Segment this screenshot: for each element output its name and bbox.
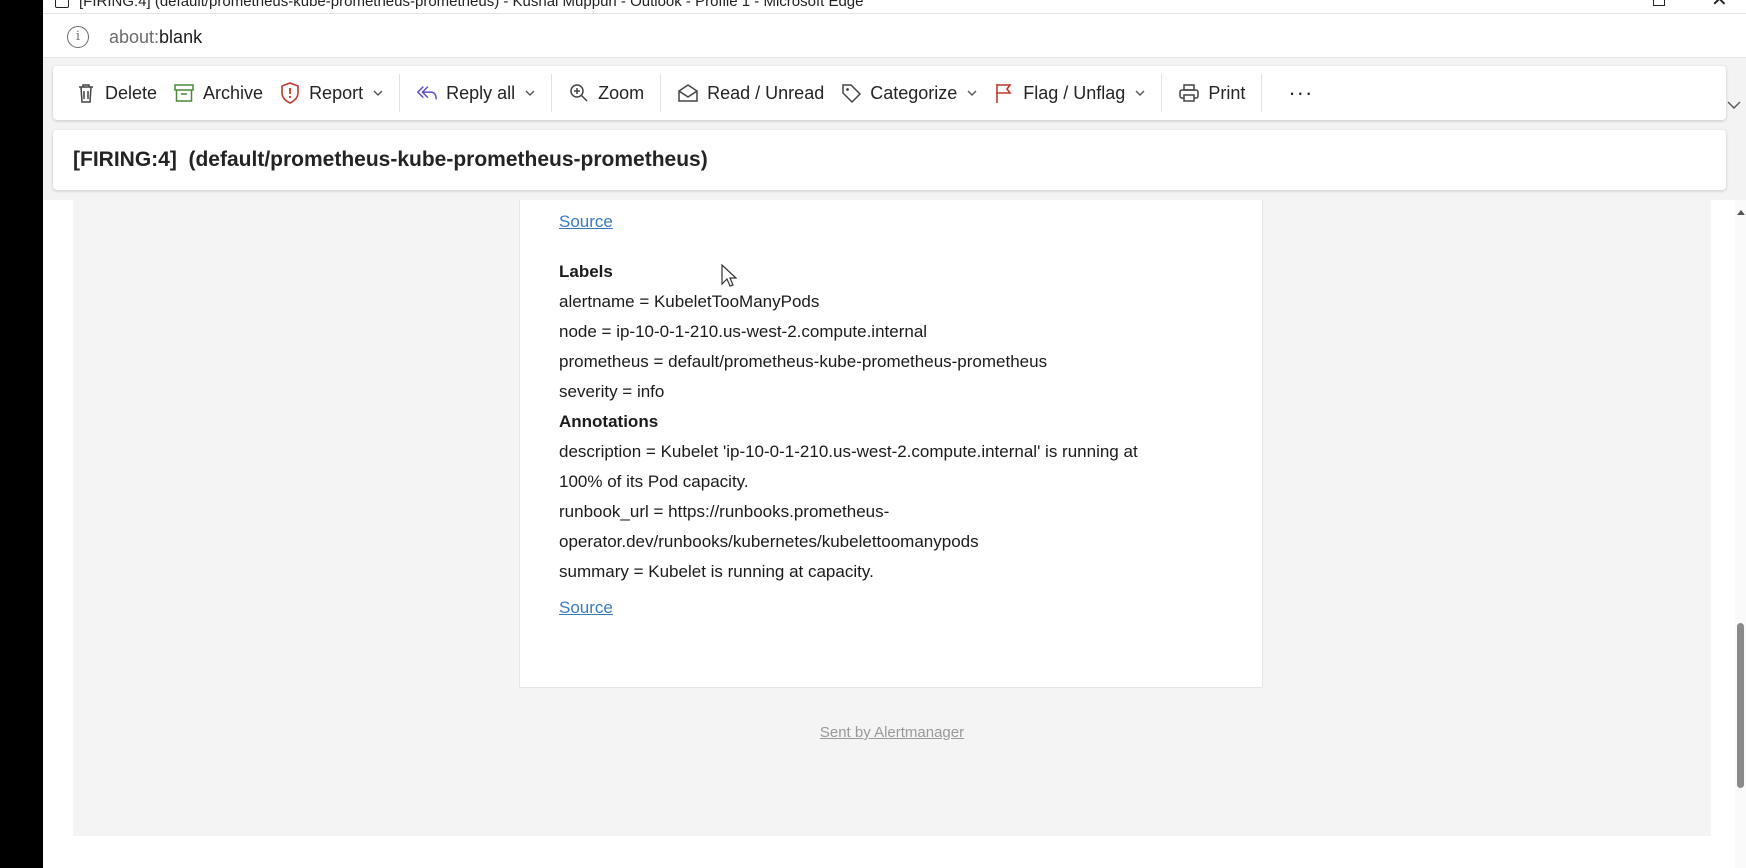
- zoom-button[interactable]: Zoom: [560, 74, 652, 112]
- print-button[interactable]: Print: [1170, 74, 1253, 112]
- labels-heading: Labels: [559, 262, 613, 281]
- address-bar: i about:blank: [43, 14, 1746, 58]
- label-item: alertname = KubeletTooManyPods: [559, 292, 820, 311]
- annotation-line: summary = Kubelet is running at capacity…: [559, 562, 874, 581]
- report-button[interactable]: Report: [271, 74, 391, 112]
- restore-icon[interactable]: [1653, 0, 1665, 6]
- label-item: prometheus = default/prometheus-kube-pro…: [559, 352, 1048, 371]
- read-unread-label: Read / Unread: [707, 82, 825, 103]
- categorize-button[interactable]: Categorize: [832, 74, 985, 112]
- chevron-down-icon[interactable]: [967, 88, 977, 98]
- window-title: [FIRING:4] (default/prometheus-kube-prom…: [79, 0, 864, 10]
- scrollbar-thumb[interactable]: [1737, 623, 1744, 788]
- annotation-line: runbook_url = https://runbooks.prometheu…: [559, 502, 890, 521]
- toolbar-divider: [660, 74, 662, 112]
- toolbar-divider: [551, 74, 553, 112]
- url-field[interactable]: about:blank: [109, 26, 202, 48]
- info-icon[interactable]: i: [67, 26, 89, 48]
- flag-unflag-button[interactable]: Flag / Unflag: [985, 74, 1153, 112]
- archive-button[interactable]: Archive: [165, 74, 271, 112]
- alertmanager-footer-link[interactable]: Sent by Alertmanager: [73, 724, 1711, 741]
- chevron-down-icon[interactable]: [373, 88, 383, 98]
- delete-label: Delete: [105, 82, 158, 103]
- toolbar-divider: [1161, 74, 1163, 112]
- alert-card: Source Labels alertname = KubeletTooMany…: [519, 200, 1263, 688]
- zoom-icon: [568, 82, 590, 104]
- delete-button[interactable]: Delete: [67, 74, 165, 112]
- expand-toolbar-chevron-icon[interactable]: [1727, 97, 1741, 109]
- archive-label: Archive: [203, 82, 264, 103]
- email-subject: [FIRING:4] (default/prometheus-kube-prom…: [73, 148, 708, 171]
- reply-all-icon: [416, 82, 438, 104]
- email-body-background: Source Labels alertname = KubeletTooMany…: [73, 200, 1711, 836]
- scroll-up-arrow-icon[interactable]: [1737, 210, 1745, 215]
- reply-all-button[interactable]: Reply all: [408, 74, 543, 112]
- toolbar-divider: [399, 74, 401, 112]
- url-path: blank: [159, 27, 203, 47]
- subject-bar: [FIRING:4] (default/prometheus-kube-prom…: [53, 130, 1726, 190]
- read-unread-button[interactable]: Read / Unread: [669, 74, 832, 112]
- categorize-label: Categorize: [870, 82, 958, 103]
- annotation-line: 100% of its Pod capacity.: [559, 472, 749, 491]
- shield-alert-icon: [279, 82, 301, 104]
- annotation-line: description = Kubelet 'ip-10-0-1-210.us-…: [559, 442, 1138, 461]
- mouse-cursor-icon: [721, 263, 738, 288]
- source-link[interactable]: Source: [559, 598, 613, 618]
- vertical-scrollbar[interactable]: [1735, 200, 1746, 868]
- message-toolbar: Delete Archive Report Reply all Zoom Rea…: [53, 66, 1726, 120]
- toolbar-divider: [1261, 74, 1263, 112]
- url-scheme: about:: [109, 27, 160, 47]
- trash-icon: [75, 82, 97, 104]
- report-label: Report: [309, 82, 364, 103]
- printer-icon: [1178, 82, 1200, 104]
- archive-icon: [173, 82, 195, 104]
- label-item: severity = info: [559, 382, 665, 401]
- reading-pane: Source Labels alertname = KubeletTooMany…: [43, 200, 1735, 868]
- chevron-down-icon[interactable]: [1135, 88, 1145, 98]
- close-icon[interactable]: ✕: [1711, 0, 1728, 10]
- tag-icon: [840, 82, 862, 104]
- tab-icon: [55, 0, 69, 8]
- more-actions-button[interactable]: ···: [1270, 82, 1331, 104]
- flag-icon: [993, 82, 1015, 104]
- title-bar: [FIRING:4] (default/prometheus-kube-prom…: [43, 0, 1746, 14]
- annotations-heading: Annotations: [559, 412, 659, 431]
- zoom-label: Zoom: [598, 82, 645, 103]
- flag-unflag-label: Flag / Unflag: [1023, 82, 1126, 103]
- browser-window: [FIRING:4] (default/prometheus-kube-prom…: [43, 0, 1746, 868]
- reply-all-label: Reply all: [446, 82, 516, 103]
- chevron-down-icon[interactable]: [525, 88, 535, 98]
- label-item: node = ip-10-0-1-210.us-west-2.compute.i…: [559, 322, 928, 341]
- envelope-open-icon: [677, 82, 699, 104]
- print-label: Print: [1208, 82, 1246, 103]
- source-link[interactable]: Source: [559, 212, 613, 232]
- annotation-line: operator.dev/runbooks/kubernetes/kubelet…: [559, 532, 979, 551]
